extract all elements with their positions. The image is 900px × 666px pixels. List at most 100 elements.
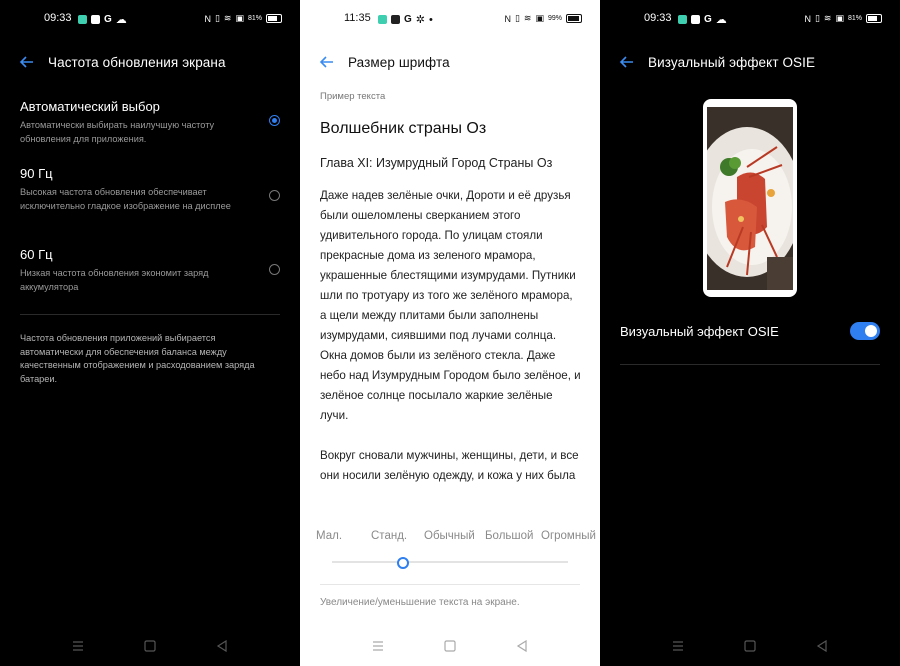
- google-icon: G: [104, 13, 112, 25]
- home-nav-icon[interactable]: [142, 638, 158, 654]
- menu-nav-icon[interactable]: [670, 638, 686, 654]
- mail-icon: [691, 15, 700, 24]
- option-title: 90 Гц: [20, 166, 53, 181]
- refresh-rate-screen: 09:33 G ☁ N ▯ ≋ ▣ 81% Частота обновления…: [0, 0, 300, 666]
- menu-nav-icon[interactable]: [70, 638, 86, 654]
- option-title: 60 Гц: [20, 247, 53, 262]
- more-dot-icon: •: [429, 13, 433, 26]
- page-title: Частота обновления экрана: [48, 54, 226, 70]
- option-desc: Низкая частота обновления экономит заряд…: [20, 268, 209, 292]
- nfc-icon: N: [204, 13, 211, 24]
- back-arrow-icon[interactable]: [618, 53, 636, 71]
- battery-saver-icon: ▣: [835, 13, 844, 23]
- nav-bar: [300, 638, 600, 658]
- radio-60hz[interactable]: [269, 264, 280, 275]
- status-time: 09:33: [644, 12, 672, 24]
- size-label-huge[interactable]: Огромный: [541, 530, 596, 542]
- radio-90hz[interactable]: [269, 190, 280, 201]
- divider: [320, 584, 580, 585]
- back-nav-icon[interactable]: [514, 638, 530, 654]
- page-title: Размер шрифта: [348, 54, 450, 70]
- vibrate-icon: ▯: [814, 13, 820, 23]
- size-label-large[interactable]: Большой: [485, 530, 533, 542]
- mail-icon: [391, 15, 400, 24]
- paragraph: Вокруг сновали мужчины, женщины, дети, и…: [320, 449, 579, 491]
- back-arrow-icon[interactable]: [318, 53, 336, 71]
- settings-icon: ✲: [415, 14, 425, 26]
- home-nav-icon[interactable]: [742, 638, 758, 654]
- option-90hz[interactable]: 90 Гц Высокая частота обновления обеспеч…: [20, 166, 280, 213]
- size-label-standard[interactable]: Станд.: [371, 530, 407, 542]
- google-icon: G: [704, 13, 712, 25]
- book-title: Волшебник страны Оз: [320, 120, 487, 137]
- option-title: Автоматический выбор: [20, 99, 160, 114]
- status-time: 11:35: [344, 12, 371, 24]
- nfc-icon: N: [804, 13, 811, 24]
- option-60hz[interactable]: 60 Гц Низкая частота обновления экономит…: [20, 247, 280, 294]
- app-notification-icon: [78, 15, 87, 24]
- status-bar: 11:35 G ✲ • N ▯ ≋ ▣ 99%: [300, 10, 600, 28]
- status-bar: 09:33 G ☁ N ▯ ≋ ▣ 81%: [600, 10, 900, 28]
- page-title: Визуальный эффект OSIE: [648, 54, 816, 70]
- notification-icons: G ✲ •: [378, 13, 433, 26]
- size-label-normal[interactable]: Обычный: [424, 530, 475, 542]
- back-nav-icon[interactable]: [814, 638, 830, 654]
- sample-text: Даже надев зелёные очки, Дороти и её дру…: [320, 186, 582, 491]
- font-size-screen: 11:35 G ✲ • N ▯ ≋ ▣ 99% Размер шрифта Пр…: [300, 0, 600, 666]
- nav-bar: [0, 638, 300, 658]
- battery-icon: [566, 14, 582, 23]
- header: Частота обновления экрана: [18, 50, 226, 74]
- google-icon: G: [404, 13, 412, 25]
- back-arrow-icon[interactable]: [18, 53, 36, 71]
- battery-icon: [266, 14, 282, 23]
- battery-icon: [866, 14, 882, 23]
- cloud-icon: ☁: [715, 14, 727, 26]
- divider: [620, 364, 880, 365]
- option-auto[interactable]: Автоматический выбор Автоматически выбир…: [20, 99, 280, 146]
- system-icons: N ▯ ≋ ▣ 81%: [804, 13, 882, 24]
- app-notification-icon: [378, 15, 387, 24]
- sample-label: Пример текста: [320, 91, 386, 102]
- home-nav-icon[interactable]: [442, 638, 458, 654]
- mail-icon: [91, 15, 100, 24]
- osie-effect-screen: 09:33 G ☁ N ▯ ≋ ▣ 81% Визуальный эффект …: [600, 0, 900, 666]
- system-icons: N ▯ ≋ ▣ 81%: [204, 13, 282, 24]
- notification-icons: G ☁: [78, 13, 127, 26]
- battery-saver-icon: ▣: [235, 13, 244, 23]
- preview-image: [707, 107, 793, 290]
- header: Визуальный эффект OSIE: [618, 50, 815, 74]
- vibrate-icon: ▯: [514, 13, 520, 23]
- menu-nav-icon[interactable]: [370, 638, 386, 654]
- header: Размер шрифта: [318, 50, 450, 74]
- phone-preview: [703, 99, 797, 297]
- hint-text: Увеличение/уменьшение текста на экране.: [320, 597, 520, 608]
- paragraph: Даже надев зелёные очки, Дороти и её дру…: [320, 189, 581, 422]
- nav-bar: [600, 638, 900, 658]
- vibrate-icon: ▯: [214, 13, 220, 23]
- app-notification-icon: [678, 15, 687, 24]
- font-size-slider-thumb[interactable]: [396, 557, 409, 569]
- wifi-icon: ≋: [523, 13, 532, 23]
- status-time: 09:33: [44, 12, 72, 24]
- food-photo-illustration: [707, 107, 793, 290]
- size-label-small[interactable]: Мал.: [316, 530, 342, 542]
- radio-auto[interactable]: [269, 115, 280, 126]
- cloud-icon: ☁: [115, 14, 127, 26]
- info-note: Частота обновления приложений выбирается…: [20, 333, 255, 384]
- battery-percent: 81%: [247, 15, 262, 22]
- toggle-label: Визуальный эффект OSIE: [620, 324, 779, 339]
- back-nav-icon[interactable]: [214, 638, 230, 654]
- font-size-slider-track[interactable]: [332, 561, 568, 563]
- option-desc: Высокая частота обновления обеспечивает …: [20, 187, 231, 211]
- system-icons: N ▯ ≋ ▣ 99%: [504, 13, 582, 24]
- wifi-icon: ≋: [223, 13, 232, 23]
- battery-percent: 99%: [547, 15, 562, 22]
- divider: [20, 314, 280, 315]
- nfc-icon: N: [504, 13, 511, 24]
- notification-icons: G ☁: [678, 13, 727, 26]
- osie-toggle[interactable]: [850, 322, 880, 340]
- battery-percent: 81%: [847, 15, 862, 22]
- option-desc: Автоматически выбирать наилучшую частоту…: [20, 120, 215, 144]
- wifi-icon: ≋: [823, 13, 832, 23]
- status-bar: 09:33 G ☁ N ▯ ≋ ▣ 81%: [0, 10, 300, 28]
